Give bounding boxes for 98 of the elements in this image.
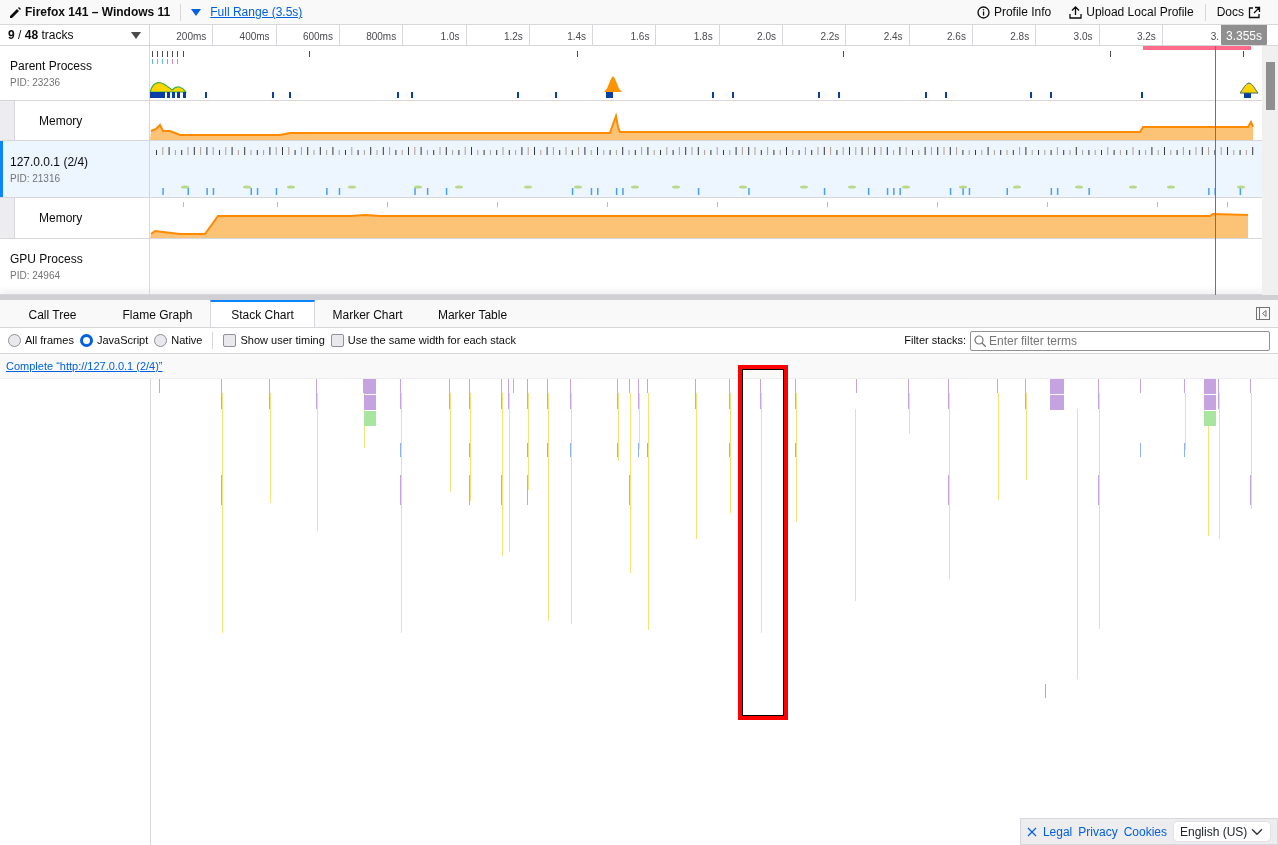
dropdown-triangle-icon xyxy=(191,7,202,17)
track-row[interactable]: 127.0.0.1 (2/4) PID: 21316 xyxy=(0,141,1262,198)
panel-tab[interactable]: Stack Chart xyxy=(210,300,315,327)
process-id: PID: 21316 xyxy=(10,171,62,186)
radio-button[interactable] xyxy=(154,334,168,347)
sample-bar xyxy=(867,188,870,195)
stack-frame-block xyxy=(364,379,376,426)
sample-bar xyxy=(256,188,259,195)
sidebar-toggle-icon xyxy=(1256,307,1270,320)
header-button[interactable]: Profile Info xyxy=(967,3,1061,21)
time-tick-label: 200ms xyxy=(150,25,214,45)
panel-tab[interactable]: Flame Graph xyxy=(105,300,210,327)
panel-tab[interactable]: Call Tree xyxy=(0,300,105,327)
cpu-activity-peak xyxy=(604,76,622,92)
radio-label: JavaScript xyxy=(96,333,149,349)
track-indent xyxy=(0,101,15,140)
track-name[interactable]: GPU Process xyxy=(10,250,139,268)
time-tick-label: 1.8s xyxy=(656,25,720,45)
sample-bar xyxy=(183,92,186,98)
sample-bar xyxy=(167,92,170,98)
panel-tab[interactable]: Marker Chart xyxy=(315,300,420,327)
time-tick-label: 400ms xyxy=(213,25,277,45)
time-tick-label: 2.6s xyxy=(909,25,973,45)
time-tick-label: 2.0s xyxy=(720,25,783,45)
track-name[interactable]: Memory xyxy=(15,209,83,227)
external-link-icon xyxy=(1248,5,1261,19)
docs-link[interactable]: Docs xyxy=(1207,3,1270,21)
time-tick-label: 1.4s xyxy=(530,25,594,45)
track-count-label[interactable]: 9 / 48 tracks xyxy=(8,26,74,44)
sample-bar xyxy=(823,188,826,195)
track-row[interactable]: Memory xyxy=(0,198,1262,239)
language-select[interactable]: English (US) xyxy=(1173,821,1271,842)
time-tick-label: 2.8s xyxy=(973,25,1037,45)
time-tick-label: 1.6s xyxy=(593,25,657,45)
filter-search-field[interactable]: Enter filter terms xyxy=(970,330,1270,351)
footer-link[interactable]: Cookies xyxy=(1123,822,1167,841)
radio-label: Native xyxy=(171,333,203,349)
track-name[interactable]: Memory xyxy=(15,111,83,130)
sample-bar xyxy=(426,188,429,195)
sample-bar xyxy=(172,92,175,98)
sample-bar xyxy=(338,188,341,195)
sample-bar xyxy=(212,188,215,195)
track-row[interactable]: Parent Process PID: 23236 xyxy=(0,46,1262,101)
breadcrumb-link[interactable]: Complete “http://127.0.0.1 (2/4)” xyxy=(6,357,163,375)
search-icon xyxy=(974,334,986,347)
sample-bar xyxy=(949,188,952,195)
pencil-icon xyxy=(8,5,21,19)
panel-tab[interactable]: Marker Table xyxy=(420,300,525,327)
time-tick-label: 1.2s xyxy=(466,25,530,45)
checkbox-label: Use the same width for each stack xyxy=(347,333,516,349)
sample-bar xyxy=(697,188,700,195)
sample-bar xyxy=(445,188,448,195)
track-name[interactable]: 127.0.0.1 (2/4) xyxy=(10,152,139,171)
sample-bar xyxy=(1050,188,1053,195)
sample-bar xyxy=(571,188,574,195)
checkbox[interactable] xyxy=(223,334,237,347)
cpu-activity-peak xyxy=(150,82,187,93)
process-id: PID: 24964 xyxy=(10,269,62,283)
time-tick-label: 800ms xyxy=(340,25,404,45)
sample-bar xyxy=(615,188,618,195)
sample-bar xyxy=(150,92,165,98)
filter-label: Filter stacks: xyxy=(904,333,966,349)
sample-bar xyxy=(1056,188,1059,195)
sample-bar xyxy=(968,188,971,195)
checkbox-label: Show user timing xyxy=(240,333,325,349)
track-name[interactable]: Parent Process xyxy=(10,56,139,75)
sample-bar xyxy=(1239,188,1242,195)
close-icon xyxy=(1026,826,1037,837)
time-tick-label: 3.2s xyxy=(1099,25,1163,45)
time-tick-label: 2.4s xyxy=(846,25,910,45)
radio-label: All frames xyxy=(25,333,74,349)
track-row[interactable]: Memory xyxy=(0,101,1262,141)
upload-icon xyxy=(1069,5,1083,19)
sample-bar xyxy=(886,188,889,195)
sample-bar xyxy=(590,188,593,195)
time-tooltip: 3.355s xyxy=(1221,25,1268,45)
sample-bar xyxy=(606,92,613,98)
radio-button[interactable] xyxy=(8,334,21,347)
radio-button[interactable] xyxy=(79,334,93,347)
info-icon xyxy=(976,5,990,19)
footer-link[interactable]: Legal xyxy=(1042,822,1073,841)
sample-bar xyxy=(275,188,278,195)
time-tick-label: 1.0s xyxy=(403,25,467,45)
time-tick-label: 2.2s xyxy=(783,25,847,45)
process-id: PID: 23236 xyxy=(10,75,62,90)
footer-link[interactable]: Privacy xyxy=(1078,822,1118,841)
time-tick-label: 600ms xyxy=(276,25,340,45)
checkbox[interactable] xyxy=(330,334,344,347)
range-link[interactable]: Full Range (3.5s) xyxy=(210,3,303,21)
header-button[interactable]: Upload Local Profile xyxy=(1060,3,1203,21)
dropdown-triangle-icon xyxy=(131,30,141,40)
profile-title: Firefox 141 – Windows 11 xyxy=(25,4,171,21)
sample-bar xyxy=(177,92,180,98)
scrollbar-thumb[interactable] xyxy=(1266,62,1275,110)
cpu-activity-peak xyxy=(1239,82,1259,94)
track-indent xyxy=(0,198,15,238)
time-tick-label: 3.0s xyxy=(1036,25,1100,45)
stack-frame-block xyxy=(1050,379,1064,410)
